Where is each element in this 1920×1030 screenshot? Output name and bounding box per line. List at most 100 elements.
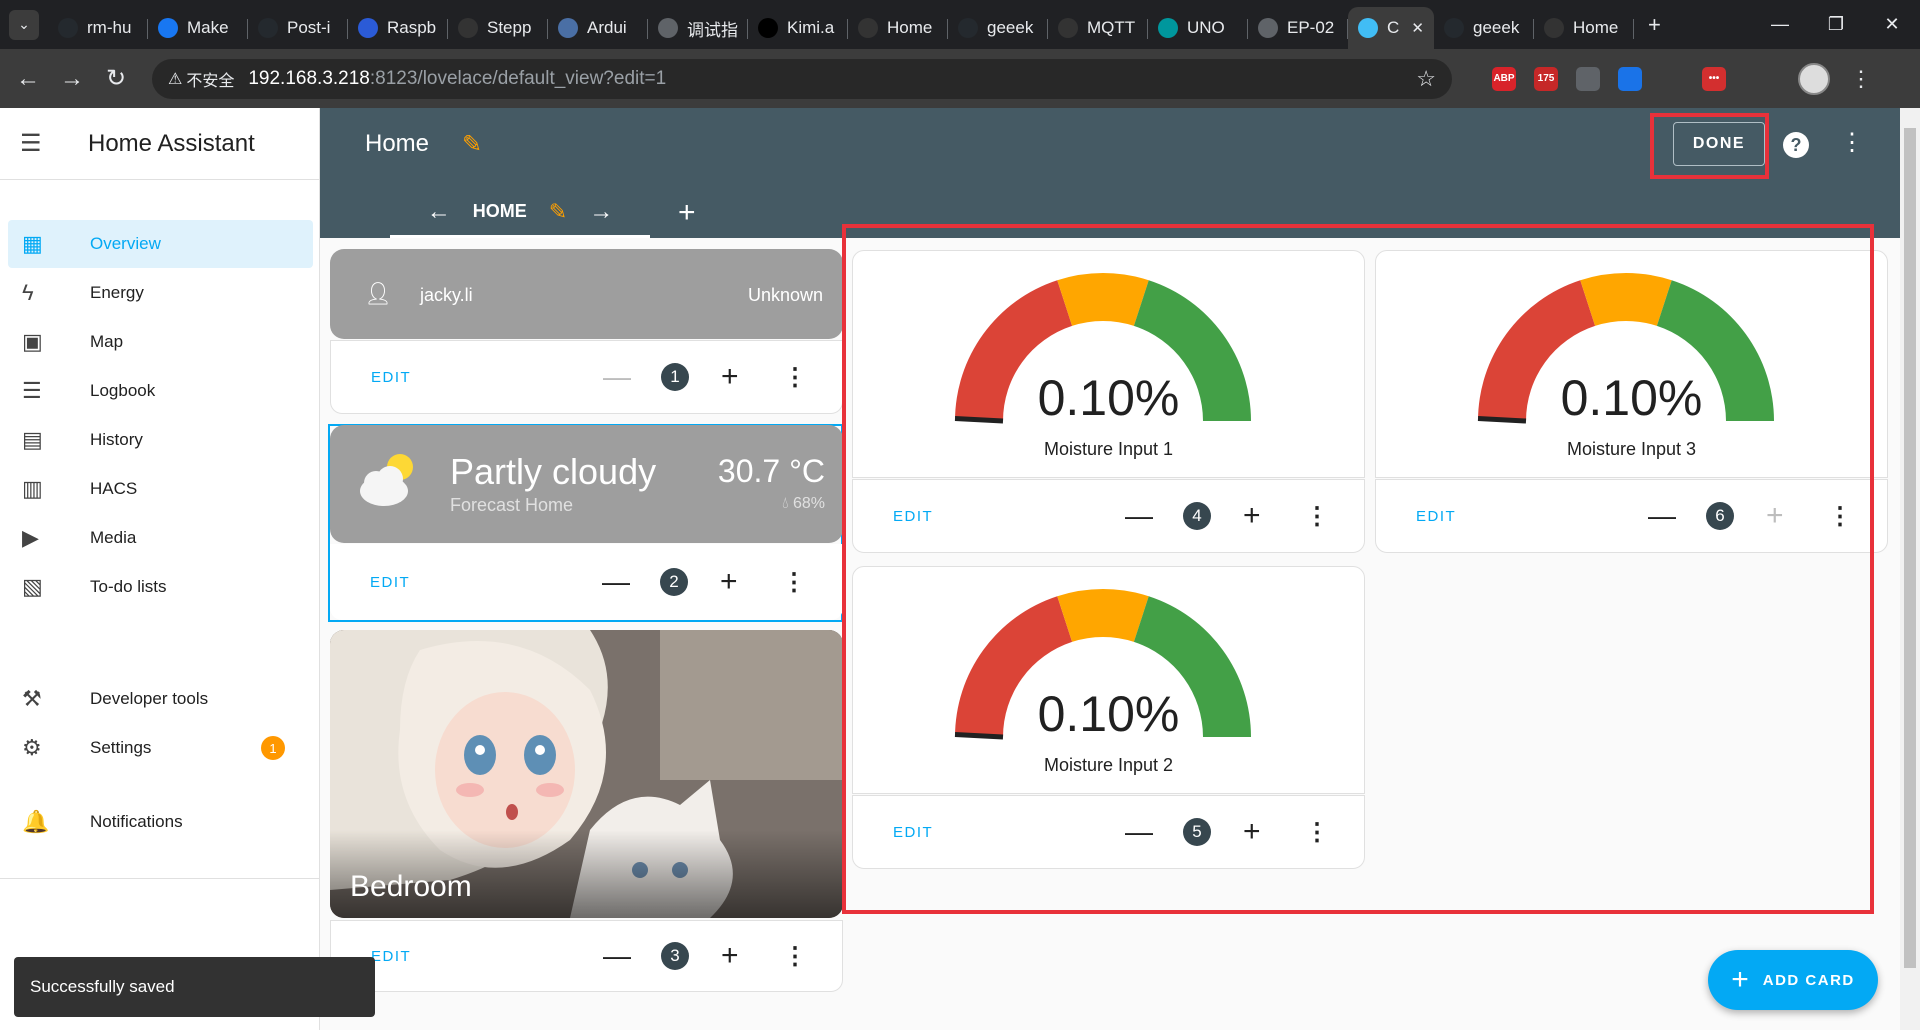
github-icon (58, 18, 78, 38)
browser-tab[interactable]: C ✕ (1348, 7, 1434, 49)
tab-search-button[interactable]: ⌄ (0, 0, 48, 49)
sidebar-item-logbook[interactable]: ☰ Logbook (8, 367, 313, 415)
sidebar-divider (0, 878, 320, 879)
weather-card[interactable]: Partly cloudy Forecast Home 30.7 °C 💧︎ 6… (330, 425, 843, 543)
sidebar-item-overview[interactable]: ▦ Overview (8, 220, 313, 268)
tab-title: MQTT (1087, 18, 1136, 37)
back-button[interactable]: ← (6, 57, 50, 101)
extension-icon[interactable]: ABP (1492, 66, 1516, 91)
sidebar-item-settings[interactable]: ⚙ Settings 1 (8, 724, 313, 772)
bookmark-star-icon[interactable]: ☆ (1416, 66, 1436, 92)
help-icon[interactable]: ? (1783, 132, 1809, 158)
insecure-label: 不安全 (186, 72, 235, 90)
github-icon (1444, 18, 1464, 38)
sidebar-item-notifications[interactable]: 🔔 Notifications (8, 798, 313, 846)
browser-tab[interactable]: geeek (948, 7, 1048, 49)
restore-icon[interactable]: ❐ (1808, 0, 1864, 49)
extension-icon[interactable]: ••• (1702, 66, 1726, 91)
browser-tab[interactable]: 调试指 (648, 7, 748, 49)
browser-tab[interactable]: Home (848, 7, 948, 49)
card-options-icon[interactable]: ⋮ (782, 568, 806, 597)
humidity-value: 68% (792, 495, 825, 512)
sidebar-item-map[interactable]: ▣ Map (8, 318, 313, 366)
move-view-left-icon[interactable]: ← (427, 198, 451, 226)
move-up-minus-icon[interactable]: — (602, 566, 630, 598)
card-options-icon[interactable]: ⋮ (783, 363, 807, 392)
browser-tab[interactable]: Raspb (348, 7, 448, 49)
browser-tab[interactable]: Kimi.a (748, 7, 848, 49)
add-card-button[interactable]: + ADD CARD (1708, 950, 1878, 1010)
sidebar-item-energy[interactable]: ϟ Energy (8, 269, 313, 317)
move-down-plus-icon[interactable]: + (721, 939, 739, 973)
close-window-icon[interactable]: ✕ (1864, 0, 1920, 49)
browser-tab[interactable]: rm-hu (48, 7, 148, 49)
edit-title-pencil-icon[interactable]: ✎ (462, 130, 482, 159)
sidebar-item-media[interactable]: ▶ Media (8, 514, 313, 562)
page-icon (1058, 18, 1078, 38)
extension-icon[interactable] (1744, 66, 1768, 91)
sidebar-item-todo[interactable]: ▧ To-do lists (8, 563, 313, 611)
card-position-badge: 2 (660, 568, 688, 596)
menu-collapse-icon[interactable]: ☰ (20, 129, 52, 158)
browser-tab[interactable]: Stepp (448, 7, 548, 49)
close-tab-icon[interactable]: ✕ (1411, 19, 1424, 37)
browser-tab[interactable]: EP-02 (1248, 7, 1348, 49)
edit-card-link[interactable]: EDIT (371, 369, 411, 386)
page-icon (858, 18, 878, 38)
sidebar-item-hacs[interactable]: ▥ HACS (8, 465, 313, 513)
browser-menu-icon[interactable]: ⋮ (1850, 66, 1872, 92)
move-view-right-icon[interactable]: → (589, 198, 613, 226)
move-up-minus-icon[interactable]: — (603, 940, 631, 972)
raspberry-icon (358, 18, 378, 38)
forward-button[interactable]: → (50, 57, 94, 101)
plus-icon: + (1731, 963, 1749, 996)
reload-button[interactable]: ↻ (94, 57, 138, 101)
sidebar-item-developer-tools[interactable]: ⚒ Developer tools (8, 675, 313, 723)
sidebar-header: ☰ Home Assistant (0, 108, 319, 180)
card-options-icon[interactable]: ⋮ (783, 942, 807, 971)
sidebar-item-label: Energy (90, 283, 144, 302)
tab-title: Post-i (287, 18, 331, 37)
browser-toolbar: ← → ↻ ⚠ 不安全 192.168.3.218:8123/lovelace/d… (0, 49, 1920, 108)
tab-home[interactable]: ← HOME ✎ → (390, 188, 650, 238)
extension-icon[interactable] (1618, 66, 1642, 91)
extension-icon[interactable] (1660, 66, 1684, 91)
browser-tab[interactable]: UNO (1148, 7, 1248, 49)
profile-avatar[interactable] (1798, 62, 1830, 95)
browser-tab[interactable]: Home (1534, 7, 1634, 49)
browser-tab[interactable]: MQTT (1048, 7, 1148, 49)
edit-card-link[interactable]: EDIT (370, 574, 410, 591)
facebook-icon (158, 18, 178, 38)
arrow-left-icon: ← (16, 64, 40, 92)
browser-tab[interactable]: Ardui (548, 7, 648, 49)
overflow-menu-icon[interactable]: ⋮ (1840, 128, 1864, 157)
edit-view-pencil-icon[interactable]: ✎ (549, 199, 567, 225)
browser-tab[interactable]: geeek (1434, 7, 1534, 49)
security-indicator[interactable]: ⚠ 不安全 (168, 67, 234, 91)
move-down-plus-icon[interactable]: + (720, 565, 738, 599)
card-edit-bar: EDIT — 1 + ⋮ (330, 340, 843, 414)
page-scrollbar[interactable] (1900, 108, 1920, 1030)
page-icon (1544, 18, 1564, 38)
sidebar-item-history[interactable]: ▤ History (8, 416, 313, 464)
minimize-icon[interactable]: — (1752, 0, 1808, 49)
browser-tab[interactable]: Post-i (248, 7, 348, 49)
energy-icon: ϟ (22, 280, 34, 305)
person-card[interactable]: 👤︎ jacky.li Unknown (330, 249, 843, 339)
move-up-minus-icon[interactable]: — (603, 361, 631, 393)
done-button[interactable]: DONE (1673, 122, 1765, 166)
new-tab-button[interactable]: + (1634, 0, 1675, 49)
tab-title: EP-02 (1287, 18, 1335, 37)
edit-card-link[interactable]: EDIT (371, 948, 411, 965)
browser-tab[interactable]: Make (148, 7, 248, 49)
card-edit-bar: EDIT — 3 + ⋮ (330, 920, 843, 992)
area-card[interactable]: Bedroom (330, 630, 843, 918)
add-view-icon[interactable]: + (678, 196, 696, 230)
gauges-annotation-box (842, 224, 1874, 914)
dashboard-title: Home (365, 130, 430, 157)
extension-icon[interactable]: 175 (1534, 66, 1558, 91)
move-down-plus-icon[interactable]: + (721, 360, 739, 394)
scrollbar-thumb[interactable] (1904, 128, 1916, 968)
address-bar[interactable]: ⚠ 不安全 192.168.3.218:8123/lovelace/default… (152, 58, 1452, 99)
extension-icon[interactable] (1576, 66, 1600, 91)
